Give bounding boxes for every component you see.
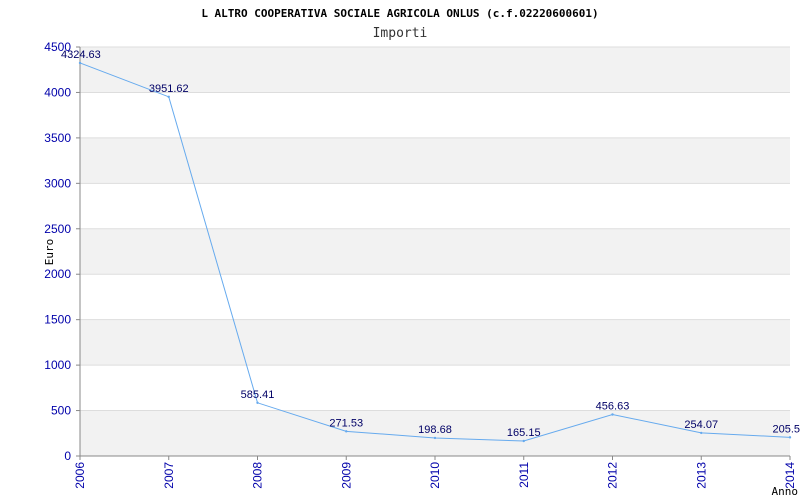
x-tick-label: 2007 [162,462,176,489]
line-chart: L ALTRO COOPERATIVA SOCIALE AGRICOLA ONL… [43,7,800,498]
y-tick-label: 2500 [44,222,71,236]
grid-band [80,228,790,275]
y-axis-label: Euro [43,239,56,266]
x-tick-label: 2013 [694,462,708,489]
y-tick-label: 3500 [44,131,71,145]
data-label: 585.41 [241,389,275,401]
data-point [611,413,614,416]
y-tick-label: 1500 [44,313,71,327]
data-point [78,61,82,65]
x-axis-label: Anno [772,485,799,498]
data-label: 456.63 [596,400,630,412]
data-point [433,436,437,440]
grid-band [80,137,790,184]
data-point [788,436,792,439]
chart-title: L ALTRO COOPERATIVA SOCIALE AGRICOLA ONL… [201,7,598,20]
y-tick-label: 3000 [44,176,71,190]
y-tick-label: 2000 [44,267,71,281]
data-label: 3951.62 [149,83,189,95]
y-tick-label: 1000 [44,358,71,372]
x-tick-label: 2010 [428,462,442,489]
x-tick-label: 2011 [517,462,531,488]
x-tick-labels: 2006 2007 2008 2009 2010 2011 2012 2013 2014 [73,456,797,489]
x-tick-label: 2008 [251,462,265,489]
x-tick-label: 2006 [73,462,87,489]
y-tick-label: 4000 [44,85,71,99]
grid-band [80,319,790,366]
grid-bands [80,47,790,456]
data-point [345,430,348,433]
data-label: 198.68 [418,424,452,436]
data-label: 4324.63 [61,49,101,61]
y-tick-label: 0 [64,449,71,463]
x-tick-label: 2012 [606,462,620,489]
data-point [256,401,259,404]
data-point [700,431,703,435]
data-label: 205.5 [772,423,800,435]
data-label: 271.53 [329,417,363,429]
data-label: 254.07 [684,419,718,431]
data-point [522,439,525,443]
data-point [167,95,170,99]
chart-subtitle: Importi [373,26,428,41]
data-label: 165.15 [507,427,541,439]
y-tick-label: 500 [51,404,71,418]
x-tick-label: 2009 [339,462,353,489]
